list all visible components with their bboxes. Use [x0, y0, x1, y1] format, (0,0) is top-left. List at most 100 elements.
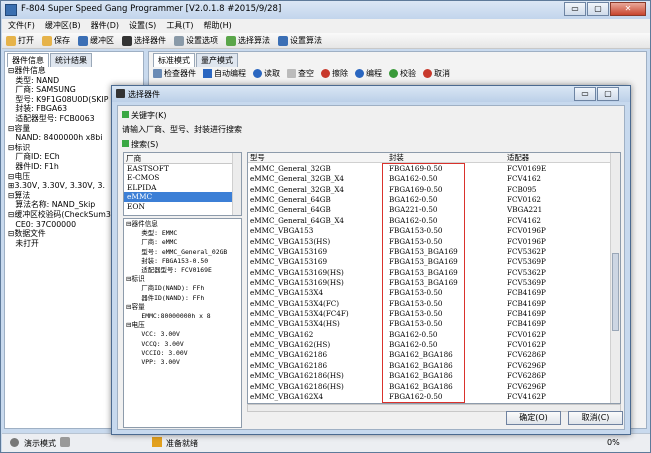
minimize-button[interactable]: ▭: [564, 2, 586, 16]
settings-options-label: 设置选项: [186, 36, 218, 45]
buffer-button[interactable]: 缓冲区: [78, 35, 114, 46]
adapter-cell: FCV5369P: [507, 277, 546, 287]
settings-icon[interactable]: [60, 437, 70, 447]
model-cell: eMMC_VBGA153169(HS): [250, 267, 344, 277]
menu-help[interactable]: 帮助(H): [203, 19, 231, 33]
verify-button[interactable]: 校验: [389, 68, 416, 79]
model-cell: eMMC_VBGA153X4: [250, 288, 324, 298]
adapter-cell: FCB4169P: [507, 319, 546, 329]
info-line: 型号: eMMC_General_02GB: [126, 247, 228, 256]
info-line: 厂商ID(NAND): FFh: [126, 284, 205, 293]
info-line: ⊟器件信息: [126, 220, 158, 228]
program-icon: [355, 69, 364, 78]
adapter-cell: FCV5362P: [507, 267, 546, 277]
read-label: 读取: [264, 69, 280, 78]
column-model[interactable]: 型号: [250, 153, 265, 163]
device-table: 型号 封装 适配器 eMMC_General_32GB FBGA169-0.50 F…: [247, 152, 621, 404]
read-button[interactable]: 读取: [253, 68, 280, 79]
cancel-operation-label: 取消: [434, 69, 450, 78]
info-line: 厂商: eMMC: [126, 238, 178, 247]
operation-toolbar: 检查器件 自动编程 读取 查空 擦除 编程 校验 取消: [153, 68, 457, 79]
adapter-cell: FCV4162P: [507, 391, 546, 401]
program-label: 编程: [366, 69, 382, 78]
manufacturer-item[interactable]: EON: [124, 202, 241, 211]
adapter-cell: FCB4169P: [507, 309, 546, 319]
manufacturer-item[interactable]: EASTSOFT: [124, 164, 241, 173]
ok-button[interactable]: 确定(O): [506, 411, 561, 425]
program-button[interactable]: 编程: [355, 68, 382, 79]
chip-icon: [116, 89, 125, 98]
open-button[interactable]: 打开: [6, 35, 34, 46]
settings-options-button[interactable]: 设置选项: [174, 35, 218, 46]
check-device-button[interactable]: 检查器件: [153, 68, 196, 79]
adapter-cell: FCV0169E: [507, 164, 547, 173]
menu-settings[interactable]: 设置(S): [129, 19, 156, 33]
maximize-button[interactable]: ▢: [587, 2, 609, 16]
manufacturer-item[interactable]: ELPIDA: [124, 183, 241, 192]
device-table-scrollbar[interactable]: [610, 153, 620, 403]
auto-program-button[interactable]: 自动编程: [203, 68, 246, 79]
adapter-cell: FCV0162P: [507, 329, 546, 339]
tab-standard-mode[interactable]: 标准模式: [153, 53, 195, 67]
select-algorithm-button[interactable]: 选择算法: [226, 35, 270, 46]
menu-buffer[interactable]: 缓冲区(B): [45, 19, 81, 33]
info-line: ⊟电压: [126, 321, 145, 330]
menu-tools[interactable]: 工具(T): [166, 19, 193, 33]
model-cell: eMMC_General_32GB_X4: [250, 184, 345, 194]
manufacturer-scrollbar[interactable]: [232, 153, 241, 215]
model-cell: eMMC_General_32GB_X4: [250, 174, 345, 184]
scrollbar-thumb[interactable]: [612, 253, 619, 331]
model-cell: eMMC_VBGA162186(HS): [250, 381, 344, 391]
verify-label: 校验: [400, 69, 416, 78]
status-mode: 演示模式: [24, 439, 56, 448]
play-icon: [203, 69, 212, 78]
main-window-title: F-804 Super Speed Gang Programmer [V2.0.…: [21, 4, 282, 14]
adapter-cell: FCV6286P: [507, 350, 546, 360]
menu-device[interactable]: 器件(D): [91, 19, 119, 33]
model-cell: eMMC_VBGA153169(HS): [250, 277, 344, 287]
set-algorithm-button[interactable]: 设置算法: [278, 35, 322, 46]
dialog-minimize-button[interactable]: ▭: [574, 87, 596, 101]
model-cell: eMMC_General_64GB: [250, 205, 331, 215]
check-icon: [226, 35, 236, 46]
model-cell: eMMC_VBGA153X4(HS): [250, 319, 340, 329]
save-label: 保存: [54, 36, 70, 45]
cancel-icon: [423, 69, 432, 78]
adapter-cell: FCV6286P: [507, 371, 546, 381]
dialog-maximize-button[interactable]: ▢: [597, 87, 619, 101]
blank-check-label: 查空: [298, 69, 314, 78]
device-table-hscrollbar[interactable]: [247, 404, 621, 412]
tab-device-info[interactable]: 器件信息: [7, 53, 49, 67]
cancel-operation-button[interactable]: 取消: [423, 68, 450, 79]
column-adapter[interactable]: 适配器: [507, 153, 529, 163]
select-device-button[interactable]: 选择器件: [122, 35, 166, 46]
buffer-icon: [78, 35, 88, 46]
adapter-cell: FCV4162: [507, 215, 541, 225]
check-device-label: 检查器件: [164, 69, 196, 78]
package-column-highlight: [382, 163, 465, 403]
adapter-cell: FCV0162: [507, 195, 541, 205]
tab-statistics[interactable]: 统计结果: [50, 53, 92, 67]
close-button[interactable]: ✕: [610, 2, 646, 16]
gear-icon: [174, 35, 184, 46]
model-cell: eMMC_General_64GB: [250, 195, 331, 205]
column-package[interactable]: 封装: [389, 153, 404, 163]
tree-node[interactable]: ⊟器件信息: [8, 66, 142, 76]
model-cell: eMMC_General_32GB: [250, 164, 331, 173]
erase-button[interactable]: 擦除: [321, 68, 348, 79]
menu-bar: 文件(F) 缓冲区(B) 器件(D) 设置(S) 工具(T) 帮助(H): [2, 19, 650, 33]
manufacturer-item[interactable]: E-CMOS: [124, 173, 241, 182]
save-button[interactable]: 保存: [42, 35, 70, 46]
menu-file[interactable]: 文件(F): [8, 19, 35, 33]
keyword-input[interactable]: 请输入厂商、型号、封装进行搜索: [122, 124, 242, 135]
blank-check-button[interactable]: 查空: [287, 68, 314, 79]
adapter-cell: FCV4162: [507, 174, 541, 184]
tab-production-mode[interactable]: 量产模式: [196, 53, 238, 67]
erase-icon: [321, 69, 330, 78]
cancel-button[interactable]: 取消(C): [568, 411, 623, 425]
model-cell: eMMC_VBGA153X4(FC4F): [250, 309, 349, 319]
manufacturer-item-selected[interactable]: eMMC: [124, 192, 241, 202]
main-title-bar: F-804 Super Speed Gang Programmer [V2.0.…: [1, 1, 650, 19]
info-line: VCCQ: 3.00V: [126, 339, 184, 348]
info-line: VCCIO: 3.00V: [126, 348, 188, 357]
